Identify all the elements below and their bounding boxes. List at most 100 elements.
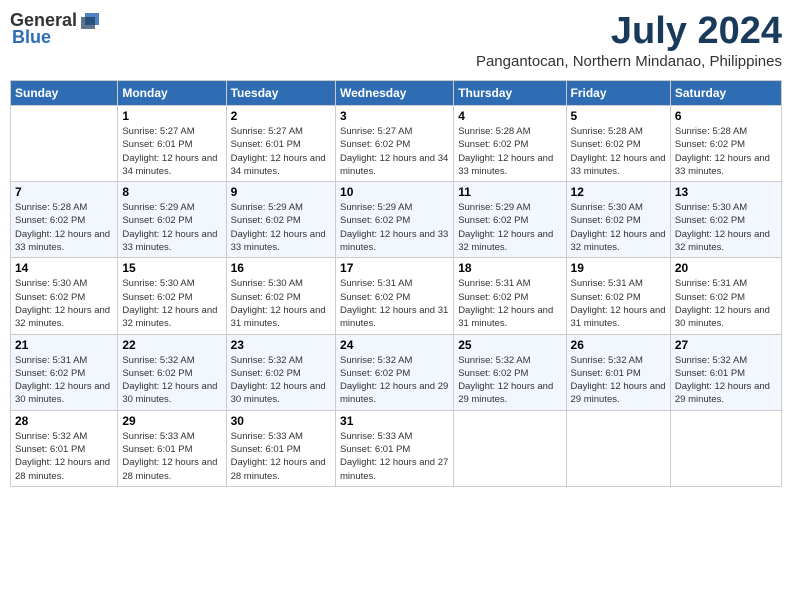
day-info: Sunrise: 5:30 AMSunset: 6:02 PMDaylight:… <box>675 201 777 254</box>
day-number: 17 <box>340 261 449 275</box>
calendar-day-header: Tuesday <box>226 81 335 106</box>
calendar-day-header: Monday <box>118 81 226 106</box>
day-number: 10 <box>340 185 449 199</box>
day-info: Sunrise: 5:30 AMSunset: 6:02 PMDaylight:… <box>122 277 221 330</box>
calendar-day-header: Saturday <box>670 81 781 106</box>
day-info: Sunrise: 5:32 AMSunset: 6:01 PMDaylight:… <box>15 430 113 483</box>
calendar-day-cell: 6Sunrise: 5:28 AMSunset: 6:02 PMDaylight… <box>670 106 781 182</box>
calendar-day-cell: 25Sunrise: 5:32 AMSunset: 6:02 PMDayligh… <box>454 334 566 410</box>
calendar-day-cell <box>566 410 670 486</box>
calendar-day-cell: 2Sunrise: 5:27 AMSunset: 6:01 PMDaylight… <box>226 106 335 182</box>
title-block: July 2024 Pangantocan, Northern Mindanao… <box>476 10 782 76</box>
day-number: 19 <box>571 261 666 275</box>
calendar-week-row: 1Sunrise: 5:27 AMSunset: 6:01 PMDaylight… <box>11 106 782 182</box>
day-number: 21 <box>15 338 113 352</box>
day-info: Sunrise: 5:33 AMSunset: 6:01 PMDaylight:… <box>231 430 331 483</box>
calendar-day-header: Sunday <box>11 81 118 106</box>
day-number: 13 <box>675 185 777 199</box>
day-info: Sunrise: 5:32 AMSunset: 6:02 PMDaylight:… <box>231 354 331 407</box>
calendar-day-cell: 23 Sunrise: 5:32 AMSunset: 6:02 PMDayligh… <box>226 334 335 410</box>
location-title: Pangantocan, Northern Mindanao, Philippi… <box>476 53 782 70</box>
calendar-day-cell: 11 Sunrise: 5:29 AMSunset: 6:02 PMDayligh… <box>454 182 566 258</box>
calendar-day-cell: 1Sunrise: 5:27 AMSunset: 6:01 PMDaylight… <box>118 106 226 182</box>
calendar-week-row: 21 Sunrise: 5:31 AMSunset: 6:02 PMDayligh… <box>11 334 782 410</box>
page-header: General Blue July 2024 Pangantocan, Nort… <box>10 10 782 76</box>
calendar-day-cell: 5 Sunrise: 5:28 AMSunset: 6:02 PMDaylight… <box>566 106 670 182</box>
day-number: 7 <box>15 185 113 199</box>
calendar-day-cell: 30 Sunrise: 5:33 AMSunset: 6:01 PMDayligh… <box>226 410 335 486</box>
logo: General Blue <box>10 10 101 48</box>
calendar-day-cell: 21 Sunrise: 5:31 AMSunset: 6:02 PMDayligh… <box>11 334 118 410</box>
day-number: 9 <box>231 185 331 199</box>
day-number: 12 <box>571 185 666 199</box>
day-info: Sunrise: 5:29 AMSunset: 6:02 PMDaylight:… <box>458 201 561 254</box>
day-info: Sunrise: 5:31 AMSunset: 6:02 PMDaylight:… <box>15 354 113 407</box>
calendar-day-cell: 3 Sunrise: 5:27 AMSunset: 6:02 PMDaylight… <box>336 106 454 182</box>
day-number: 16 <box>231 261 331 275</box>
day-number: 3 <box>340 109 449 123</box>
day-info: Sunrise: 5:29 AMSunset: 6:02 PMDaylight:… <box>340 201 449 254</box>
day-info: Sunrise: 5:31 AMSunset: 6:02 PMDaylight:… <box>571 277 666 330</box>
day-number: 18 <box>458 261 561 275</box>
day-info: Sunrise: 5:32 AMSunset: 6:01 PMDaylight:… <box>571 354 666 407</box>
day-number: 15 <box>122 261 221 275</box>
calendar-day-cell: 12 Sunrise: 5:30 AMSunset: 6:02 PMDayligh… <box>566 182 670 258</box>
day-info: Sunrise: 5:30 AMSunset: 6:02 PMDaylight:… <box>15 277 113 330</box>
day-info: Sunrise: 5:29 AMSunset: 6:02 PMDaylight:… <box>231 201 331 254</box>
day-number: 20 <box>675 261 777 275</box>
calendar-day-cell: 19 Sunrise: 5:31 AMSunset: 6:02 PMDayligh… <box>566 258 670 334</box>
day-info: Sunrise: 5:27 AMSunset: 6:01 PMDaylight:… <box>231 125 331 178</box>
calendar-day-cell: 7Sunrise: 5:28 AMSunset: 6:02 PMDaylight… <box>11 182 118 258</box>
day-number: 27 <box>675 338 777 352</box>
day-number: 8 <box>122 185 221 199</box>
calendar-day-cell: 10 Sunrise: 5:29 AMSunset: 6:02 PMDayligh… <box>336 182 454 258</box>
calendar-day-cell: 17Sunrise: 5:31 AMSunset: 6:02 PMDayligh… <box>336 258 454 334</box>
day-info: Sunrise: 5:30 AMSunset: 6:02 PMDaylight:… <box>571 201 666 254</box>
logo-blue: Blue <box>12 27 51 48</box>
day-info: Sunrise: 5:31 AMSunset: 6:02 PMDaylight:… <box>458 277 561 330</box>
day-number: 23 <box>231 338 331 352</box>
day-number: 4 <box>458 109 561 123</box>
calendar-table: SundayMondayTuesdayWednesdayThursdayFrid… <box>10 80 782 487</box>
calendar-day-cell: 20 Sunrise: 5:31 AMSunset: 6:02 PMDayligh… <box>670 258 781 334</box>
day-info: Sunrise: 5:32 AMSunset: 6:02 PMDaylight:… <box>122 354 221 407</box>
calendar-week-row: 28 Sunrise: 5:32 AMSunset: 6:01 PMDayligh… <box>11 410 782 486</box>
calendar-week-row: 14Sunrise: 5:30 AMSunset: 6:02 PMDayligh… <box>11 258 782 334</box>
calendar-day-cell: 13 Sunrise: 5:30 AMSunset: 6:02 PMDayligh… <box>670 182 781 258</box>
day-info: Sunrise: 5:27 AMSunset: 6:01 PMDaylight:… <box>122 125 221 178</box>
day-number: 28 <box>15 414 113 428</box>
calendar-day-header: Friday <box>566 81 670 106</box>
day-number: 30 <box>231 414 331 428</box>
calendar-header-row: SundayMondayTuesdayWednesdayThursdayFrid… <box>11 81 782 106</box>
day-info: Sunrise: 5:28 AMSunset: 6:02 PMDaylight:… <box>458 125 561 178</box>
day-number: 11 <box>458 185 561 199</box>
calendar-day-cell: 9 Sunrise: 5:29 AMSunset: 6:02 PMDaylight… <box>226 182 335 258</box>
calendar-week-row: 7Sunrise: 5:28 AMSunset: 6:02 PMDaylight… <box>11 182 782 258</box>
calendar-day-cell: 31 Sunrise: 5:33 AMSunset: 6:01 PMDayligh… <box>336 410 454 486</box>
calendar-day-cell: 4 Sunrise: 5:28 AMSunset: 6:02 PMDaylight… <box>454 106 566 182</box>
calendar-day-header: Wednesday <box>336 81 454 106</box>
day-info: Sunrise: 5:28 AMSunset: 6:02 PMDaylight:… <box>675 125 777 178</box>
day-info: Sunrise: 5:27 AMSunset: 6:02 PMDaylight:… <box>340 125 449 178</box>
calendar-day-cell: 16Sunrise: 5:30 AMSunset: 6:02 PMDayligh… <box>226 258 335 334</box>
calendar-day-cell: 15 Sunrise: 5:30 AMSunset: 6:02 PMDayligh… <box>118 258 226 334</box>
day-info: Sunrise: 5:31 AMSunset: 6:02 PMDaylight:… <box>675 277 777 330</box>
day-number: 29 <box>122 414 221 428</box>
day-number: 31 <box>340 414 449 428</box>
calendar-day-cell <box>454 410 566 486</box>
logo-icon <box>79 11 101 31</box>
calendar-day-cell: 24Sunrise: 5:32 AMSunset: 6:02 PMDayligh… <box>336 334 454 410</box>
day-number: 22 <box>122 338 221 352</box>
calendar-day-cell <box>11 106 118 182</box>
day-number: 24 <box>340 338 449 352</box>
day-info: Sunrise: 5:33 AMSunset: 6:01 PMDaylight:… <box>340 430 449 483</box>
calendar-day-cell: 14Sunrise: 5:30 AMSunset: 6:02 PMDayligh… <box>11 258 118 334</box>
calendar-day-cell: 27Sunrise: 5:32 AMSunset: 6:01 PMDayligh… <box>670 334 781 410</box>
month-title: July 2024 <box>476 10 782 53</box>
day-info: Sunrise: 5:28 AMSunset: 6:02 PMDaylight:… <box>571 125 666 178</box>
calendar-day-cell: 26Sunrise: 5:32 AMSunset: 6:01 PMDayligh… <box>566 334 670 410</box>
day-number: 5 <box>571 109 666 123</box>
day-number: 25 <box>458 338 561 352</box>
calendar-day-header: Thursday <box>454 81 566 106</box>
calendar-day-cell: 22 Sunrise: 5:32 AMSunset: 6:02 PMDayligh… <box>118 334 226 410</box>
